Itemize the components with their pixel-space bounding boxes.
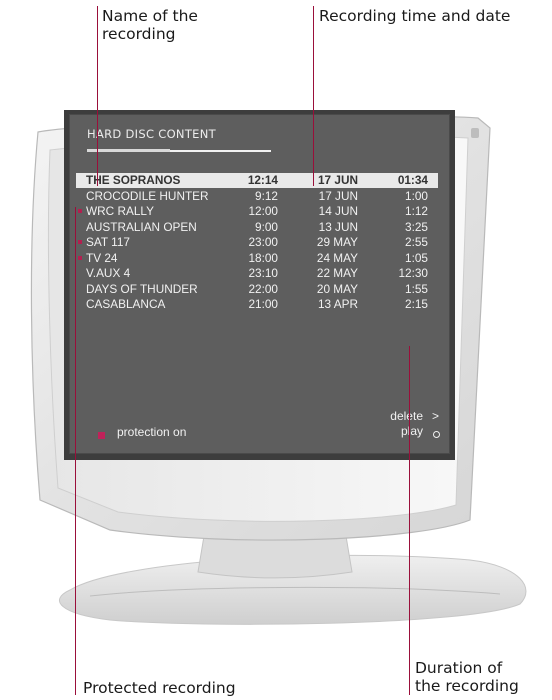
recording-row[interactable]: SAT 117 23:00 29 MAY 2:55 [76, 235, 438, 250]
protected-marker [78, 255, 82, 260]
recording-time: 9:00 [255, 219, 278, 234]
recording-row[interactable]: CASABLANCA 21:00 13 APR 2:15 [76, 297, 438, 312]
recording-duration: 12:30 [398, 266, 428, 280]
recording-time: 23:00 [248, 235, 278, 249]
callout-time-date: Recording time and date [319, 7, 511, 25]
recording-time: 23:10 [248, 266, 278, 280]
play-hint-label: play [400, 424, 423, 438]
recording-duration: 1:12 [405, 204, 428, 218]
callout-name: Name of the recording [102, 7, 198, 43]
recording-row[interactable]: DAYS OF THUNDER 22:00 20 MAY 1:55 [76, 282, 438, 297]
recording-duration: 2:15 [405, 297, 428, 311]
callout-protected: Protected recording [83, 679, 236, 697]
recording-time: 9:12 [255, 188, 278, 203]
recording-date: 14 JUN [318, 204, 358, 218]
protection-legend-label: protection on [117, 425, 187, 439]
recording-name: AUSTRALIAN OPEN [86, 219, 197, 234]
recording-row[interactable]: TV 24 18:00 24 MAY 1:05 [76, 251, 438, 266]
recording-date: 20 MAY [316, 281, 358, 296]
recording-time: 12:00 [248, 204, 278, 218]
protected-marker [78, 209, 82, 213]
recording-date: 13 APR [317, 297, 358, 311]
recording-duration: 1:00 [405, 188, 428, 203]
title-underline-extension [170, 150, 271, 152]
title-underline [87, 149, 170, 152]
callout-line-duration [409, 346, 410, 695]
recording-row[interactable]: AUSTRALIAN OPEN 9:00 13 JUN 3:25 [76, 220, 438, 235]
recording-time: 18:00 [248, 250, 278, 265]
recording-duration: 3:25 [405, 219, 428, 234]
recording-duration: 1:05 [405, 250, 428, 265]
recording-name: SAT 117 [86, 235, 130, 249]
play-ring-icon [433, 431, 440, 438]
callout-duration-line1: Duration of [415, 659, 503, 677]
recording-date: 17 JUN [318, 173, 358, 187]
recording-date: 22 MAY [316, 266, 358, 280]
recording-row[interactable]: WRC RALLY 12:00 14 JUN 1:12 [76, 204, 438, 219]
recording-duration: 1:55 [405, 281, 428, 296]
protection-legend-marker [98, 432, 105, 439]
recording-date: 17 JUN [318, 188, 358, 203]
protected-marker [78, 240, 82, 244]
recording-date: 24 MAY [316, 250, 358, 265]
recording-time: 12:14 [247, 173, 278, 187]
recording-duration: 2:55 [405, 235, 428, 249]
recording-name: CROCODILE HUNTER [86, 188, 209, 203]
callout-name-line1: Name of the [102, 7, 198, 25]
osd-screen: HARD DISC CONTENT THE SOPRANOS 12:14 17 JU… [70, 115, 449, 453]
delete-arrow-icon: > [431, 409, 439, 423]
osd-title: HARD DISC CONTENT [87, 127, 216, 141]
callout-duration-line2: the recording [415, 677, 519, 695]
callout-line-name [97, 6, 98, 186]
recording-date: 29 MAY [316, 235, 358, 249]
recording-date: 13 JUN [318, 219, 358, 234]
recording-name: WRC RALLY [86, 204, 154, 218]
callout-line-time-date [313, 6, 314, 186]
recording-row[interactable]: THE SOPRANOS 12:14 17 JUN 01:34 [76, 173, 438, 188]
delete-hint-label: delete [390, 409, 423, 423]
recording-name: DAYS OF THUNDER [86, 281, 198, 296]
recording-duration: 01:34 [397, 173, 428, 187]
recording-row[interactable]: CROCODILE HUNTER 9:12 17 JUN 1:00 [76, 189, 438, 204]
recording-name: V.AUX 4 [86, 266, 131, 280]
recording-time: 22:00 [248, 281, 278, 296]
recording-name: CASABLANCA [86, 297, 166, 311]
recording-name: TV 24 [86, 250, 118, 265]
callout-line-protected [75, 207, 76, 695]
recording-time: 21:00 [248, 297, 278, 311]
recording-name: THE SOPRANOS [86, 173, 181, 187]
recording-row[interactable]: V.AUX 4 23:10 22 MAY 12:30 [76, 266, 438, 281]
callout-duration: Duration of the recording [415, 659, 519, 695]
callout-name-line2: recording [102, 25, 176, 43]
